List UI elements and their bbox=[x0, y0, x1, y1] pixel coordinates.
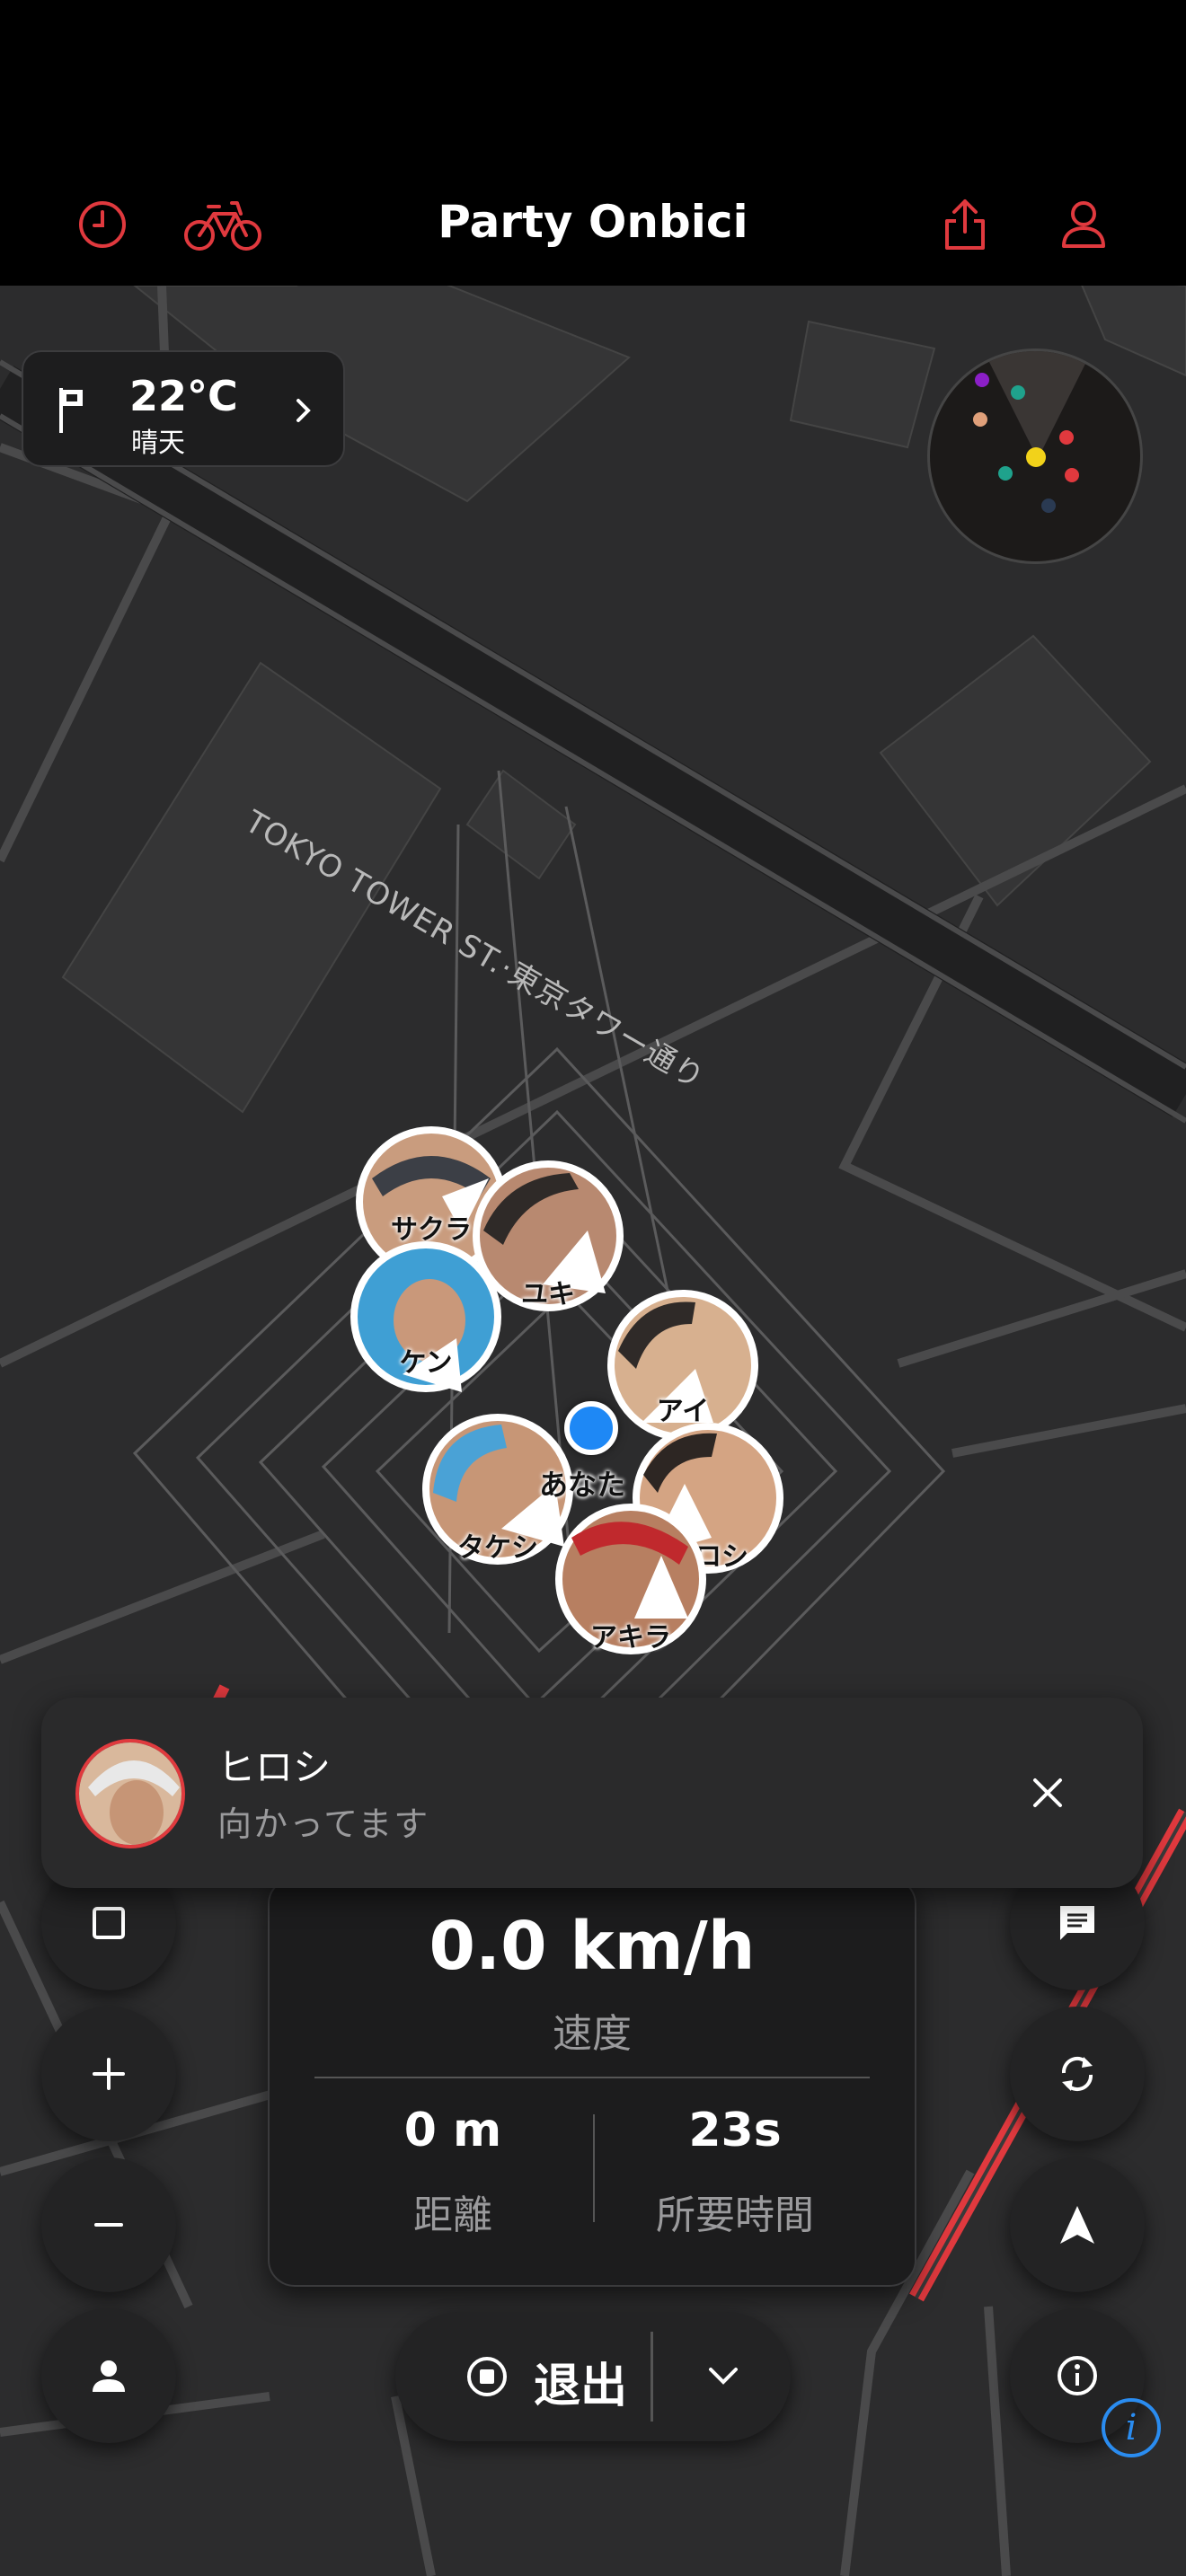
weather-condition: 晴天 bbox=[131, 428, 185, 459]
chevron-down-icon bbox=[709, 2368, 738, 2385]
weather-card[interactable]: 22°C 晴天 bbox=[22, 350, 345, 467]
distance-label: 距離 bbox=[413, 2192, 492, 2238]
navigate-arrow-icon bbox=[1060, 2206, 1094, 2244]
chat-icon bbox=[1060, 1906, 1094, 1940]
person-button[interactable] bbox=[41, 2308, 176, 2443]
time-label: 所要時間 bbox=[656, 2192, 814, 2238]
rider-name: ケン bbox=[399, 1347, 453, 1379]
flag-icon bbox=[59, 388, 83, 433]
zoom-in-button[interactable] bbox=[41, 2007, 176, 2141]
stats-divider bbox=[314, 2077, 870, 2078]
sync-button[interactable] bbox=[1010, 2007, 1145, 2141]
app-header: Party Onbici bbox=[0, 162, 1186, 286]
share-button[interactable] bbox=[929, 189, 1001, 260]
avatar bbox=[75, 1739, 185, 1848]
rider-marker-ai[interactable]: アイ bbox=[606, 1288, 760, 1442]
sync-icon bbox=[1061, 2056, 1093, 2092]
exit-options-button[interactable] bbox=[656, 2312, 791, 2441]
zoom-out-icon bbox=[94, 2223, 123, 2227]
notification-sender: ヒロシ bbox=[217, 1745, 332, 1789]
speed-value: 0.0 km/h bbox=[429, 1908, 756, 1985]
rider-marker-akira[interactable]: アキラ bbox=[553, 1502, 708, 1656]
rider-name: タケシ bbox=[457, 1532, 538, 1564]
zoom-out-button[interactable] bbox=[41, 2157, 176, 2292]
chevron-right-icon bbox=[296, 399, 311, 422]
status-bar-area bbox=[0, 0, 1186, 162]
speed-label: 速度 bbox=[553, 2011, 632, 2057]
exit-button[interactable]: 退出 bbox=[395, 2312, 651, 2441]
time-value: 23s bbox=[688, 2104, 782, 2157]
profile-button[interactable] bbox=[1048, 189, 1120, 260]
ride-stats-panel: 0.0 km/h 速度 0 m 距離 23s 所要時間 bbox=[268, 1877, 916, 2287]
weather-temperature: 22°C bbox=[129, 372, 238, 420]
exit-divider bbox=[651, 2332, 653, 2422]
distance-value: 0 m bbox=[403, 2104, 502, 2157]
rider-marker-ken[interactable]: ケン bbox=[349, 1239, 503, 1394]
square-stop-icon bbox=[93, 1907, 125, 1939]
info-icon bbox=[1058, 2356, 1097, 2395]
current-location-label: あなた bbox=[539, 1468, 626, 1502]
stats-vertical-divider bbox=[593, 2114, 595, 2222]
exit-control: 退出 bbox=[395, 2312, 791, 2441]
stop-circle-icon bbox=[467, 2357, 507, 2396]
close-icon bbox=[1033, 1778, 1062, 1807]
rider-name: アキラ bbox=[590, 1622, 671, 1654]
person-icon bbox=[93, 2360, 125, 2392]
current-location-dot bbox=[564, 1401, 618, 1455]
radar-minimap[interactable] bbox=[927, 348, 1143, 564]
navigate-button[interactable] bbox=[1010, 2157, 1145, 2292]
profile-icon bbox=[1062, 201, 1105, 248]
share-icon bbox=[945, 199, 985, 250]
app-title: Party Onbici bbox=[438, 196, 748, 248]
notification-message: 向かってます bbox=[217, 1804, 430, 1844]
radar-dots bbox=[973, 351, 1092, 513]
zoom-in-icon bbox=[93, 2058, 125, 2090]
notification-close-button[interactable] bbox=[1012, 1757, 1084, 1829]
exit-label: 退出 bbox=[534, 2360, 628, 2413]
rider-notification[interactable]: ヒロシ 向かってます bbox=[41, 1698, 1143, 1888]
map-attribution-info-icon[interactable]: i bbox=[1102, 2398, 1161, 2457]
